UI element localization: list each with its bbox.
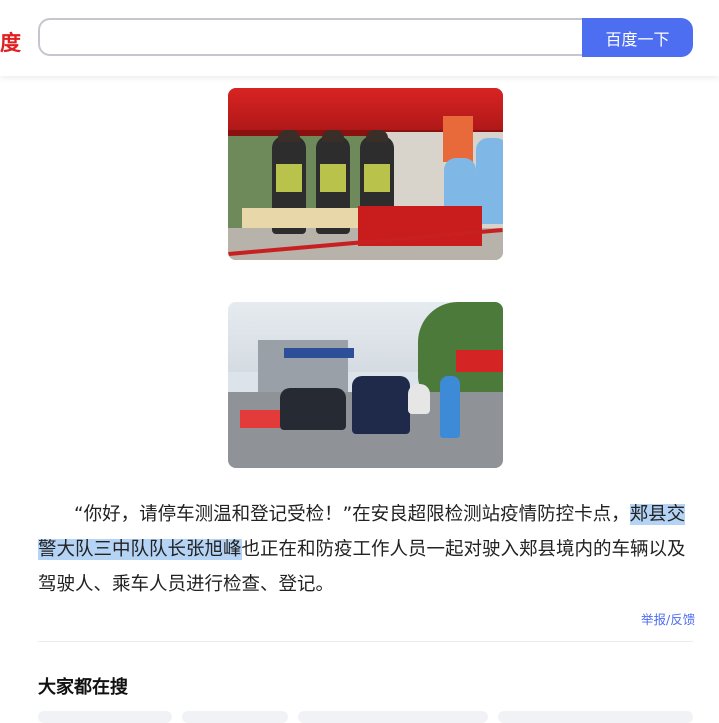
baidu-logo-fragment[interactable]: 度 — [0, 31, 21, 55]
search-button[interactable]: 百度一下 — [582, 18, 693, 57]
related-search-chip[interactable] — [498, 711, 693, 723]
car — [280, 388, 346, 430]
medic-figure — [440, 376, 460, 438]
checkpoint-tent-photo[interactable] — [228, 88, 503, 260]
car — [352, 376, 410, 434]
article-paragraph: “你好，请停车测温和登记受检！”在安良超限检测站疫情防控卡点，郏县交警大队三中队… — [38, 504, 686, 595]
related-search-chip[interactable] — [298, 711, 488, 723]
related-search-title: 大家都在搜 — [38, 677, 128, 698]
divider — [38, 641, 693, 642]
report-feedback-link[interactable]: 举报/反馈 — [641, 609, 695, 628]
related-search-chip[interactable] — [38, 711, 172, 723]
top-search-bar: 度 百度一下 — [0, 0, 719, 76]
search-input[interactable] — [38, 18, 583, 56]
related-search-chip[interactable] — [182, 711, 288, 723]
road-checkpoint-photo[interactable] — [228, 302, 503, 468]
car — [408, 384, 430, 414]
